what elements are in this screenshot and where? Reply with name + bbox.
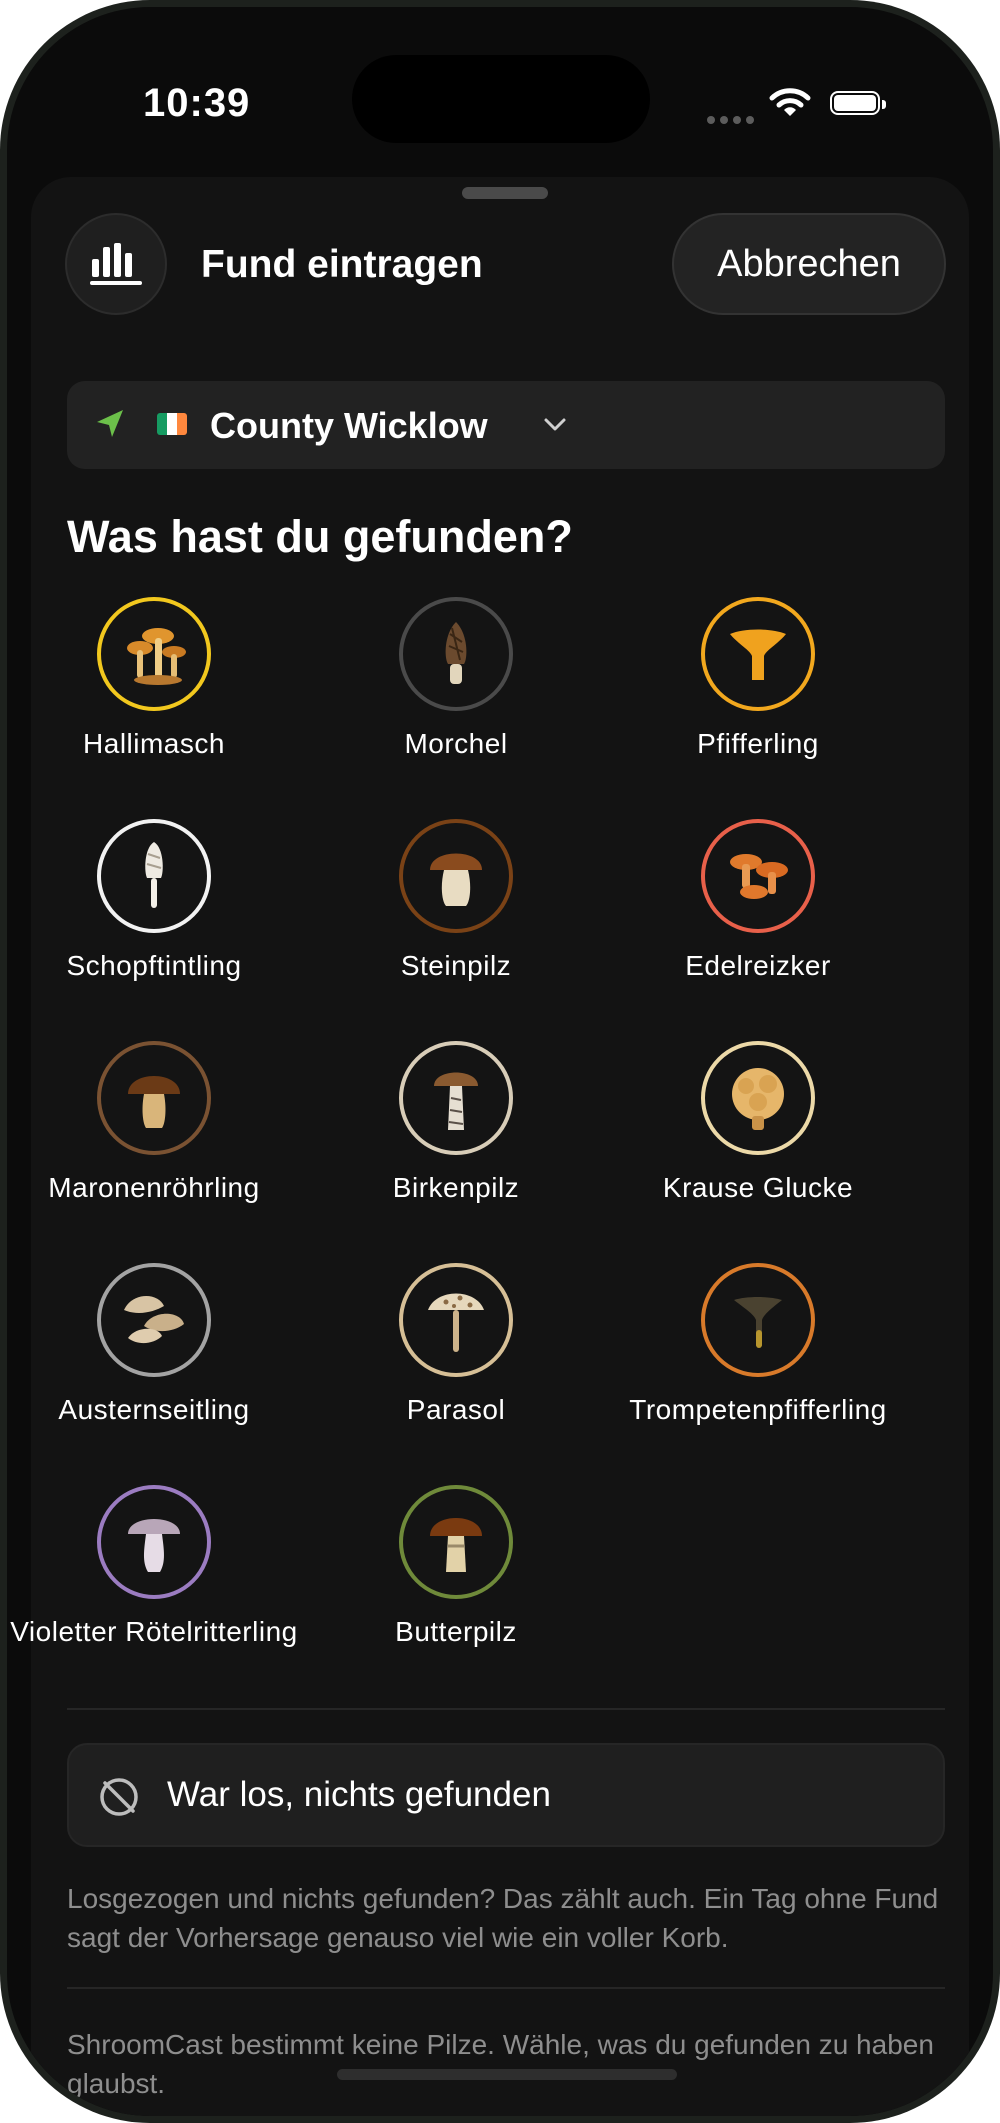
species-name: Trompetenpfifferling [629,1394,887,1425]
chevron-down-icon [544,418,566,431]
chanterelle-icon [730,629,786,680]
species-option-butterpilz[interactable]: Butterpilz [306,1485,606,1649]
stats-button[interactable] [65,213,167,315]
location-selector[interactable]: County Wicklow [67,381,945,469]
species-name: Birkenpilz [392,1172,520,1203]
dynamic-island [352,55,650,143]
species-option-morchel[interactable]: Morchel [306,597,606,761]
species-option-austernseitling[interactable]: Austernseitling [7,1263,304,1427]
ireland-flag-icon [157,413,187,435]
slash-circle-icon [100,1778,138,1816]
species-ring [701,1041,815,1155]
divider [67,1708,945,1710]
species-ring [399,1485,513,1599]
species-option-edelreizker[interactable]: Edelreizker [608,819,908,983]
species-ring [97,819,211,933]
species-name: Pfifferling [697,728,819,759]
cancel-button[interactable]: Abbrechen [672,213,946,315]
species-option-pfifferling[interactable]: Pfifferling [608,597,908,761]
species-ring [97,1485,211,1599]
saffron-milk-cap-icon [730,854,788,899]
bar-chart-icon [90,243,142,285]
location-name: County Wicklow [210,405,488,446]
status-time: 10:39 [143,81,251,125]
shaggy-ink-cap-icon [145,842,163,908]
screen: 10:39 Fund eintragen Abbrechen County Wi… [7,7,993,2116]
species-name: Maronenröhrling [48,1172,260,1203]
battery-icon [830,91,886,115]
species-name: Morchel [404,728,508,759]
species-ring [97,597,211,711]
species-ring [97,1041,211,1155]
species-ring [701,1263,815,1377]
species-option-trompetenpfifferling[interactable]: Trompetenpfifferling [608,1263,908,1427]
trumpet-chanterelle-icon [734,1297,782,1348]
species-ring [701,597,815,711]
species-name: Krause Glucke [662,1172,854,1203]
birch-bolete-icon [434,1072,478,1130]
species-option-schopftintling[interactable]: Schopftintling [7,819,304,983]
species-ring [701,819,815,933]
species-ring [399,597,513,711]
log-find-sheet: Fund eintragen Abbrechen County Wicklow … [10,177,969,2116]
cellular-signal-icon [707,111,759,129]
species-name: Steinpilz [400,950,512,981]
species-option-hallimasch[interactable]: Hallimasch [7,597,304,761]
morel-icon [445,622,467,684]
species-name: Hallimasch [83,728,225,759]
species-ring [399,819,513,933]
bay-bolete-icon [128,1076,180,1128]
porcini-icon [430,853,482,906]
parasol-mushroom-icon [428,1293,484,1352]
wifi-icon [769,88,811,116]
divider [67,1987,945,1989]
nothing-found-button[interactable]: War los, nichts gefunden [67,1743,945,1847]
honey-fungus-icon [127,628,186,685]
status-bar: 10:39 [7,7,993,177]
location-arrow-icon [97,410,123,437]
sheet-title: Fund eintragen [201,243,483,286]
cauliflower-fungus-icon [732,1068,784,1130]
species-name: Violetter Rötelritterling [10,1616,298,1647]
species-option-violetter-roetelritterling[interactable]: Violetter Rötelritterling [7,1485,304,1649]
species-ring [399,1041,513,1155]
species-ring [97,1263,211,1377]
species-option-steinpilz[interactable]: Steinpilz [306,819,606,983]
slippery-jack-icon [430,1518,482,1572]
species-option-krause-glucke[interactable]: Krause Glucke [608,1041,908,1205]
disclaimer-note: ShroomCast bestimmt keine Pilze. Wähle, … [67,2029,934,2099]
nothing-found-note: Losgezogen und nichts gefunden? Das zähl… [67,1883,939,1953]
oyster-mushroom-icon [124,1295,184,1344]
species-option-parasol[interactable]: Parasol [306,1263,606,1427]
nothing-found-label: War los, nichts gefunden [167,1775,551,1814]
wood-blewit-icon [128,1519,180,1572]
phone-frame: 10:39 Fund eintragen Abbrechen County Wi… [0,0,1000,2123]
species-name: Butterpilz [395,1616,517,1647]
species-option-birkenpilz[interactable]: Birkenpilz [306,1041,606,1205]
species-name: Austernseitling [58,1394,250,1425]
sheet-grabber[interactable] [462,187,548,199]
species-name: Edelreizker [685,950,831,981]
question-heading: Was hast du gefunden? [67,511,573,562]
species-name: Parasol [406,1394,506,1425]
species-option-maronenroehrling[interactable]: Maronenröhrling [7,1041,304,1205]
species-ring [399,1263,513,1377]
species-name: Schopftintling [66,950,242,981]
home-indicator[interactable] [337,2069,677,2080]
